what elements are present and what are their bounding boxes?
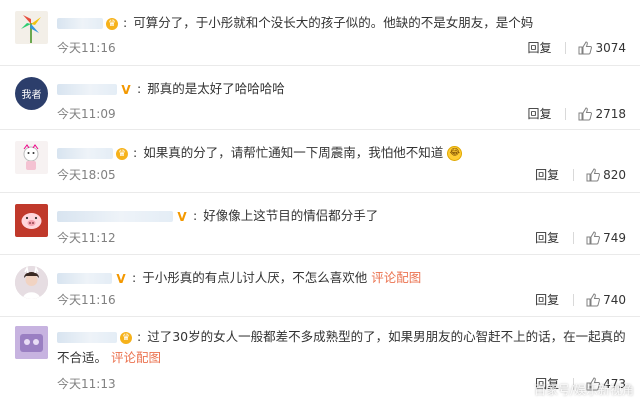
comment-time: 今天11:13 <box>57 377 116 391</box>
comment-time: 今天11:16 <box>57 293 116 307</box>
comment-line: ♛: 可算分了，于小彤就和个没长大的孩子似的。他缺的不是女朋友，是个妈 <box>57 12 626 33</box>
crown-icon: ♛ <box>116 147 128 160</box>
like-count: 820 <box>603 167 626 182</box>
comment-line: V: 于小彤真的有点儿讨人厌，不怎么喜欢他 评论配图 <box>57 267 626 288</box>
comment-feed: ♛: 可算分了，于小彤就和个没长大的孩子似的。他缺的不是女朋友，是个妈 今天11:… <box>0 0 640 400</box>
like-button[interactable]: 749 <box>586 231 626 245</box>
like-count: 2718 <box>595 106 626 121</box>
like-button[interactable]: 2718 <box>578 107 626 121</box>
vip-icon: V <box>121 82 131 97</box>
thumbs-up-icon <box>586 167 601 181</box>
comment-image-link[interactable]: 评论配图 <box>111 350 161 365</box>
username[interactable] <box>57 148 113 159</box>
comment-time: 今天11:12 <box>57 231 116 245</box>
comment-time: 今天18:05 <box>57 168 116 182</box>
avatar[interactable]: 我者 <box>15 77 48 110</box>
avatar[interactable] <box>15 141 48 174</box>
like-count: 749 <box>603 230 626 245</box>
pinwheel-icon <box>21 15 41 43</box>
avatar[interactable] <box>15 326 48 359</box>
crown-icon: ♛ <box>120 331 132 344</box>
reply-button[interactable]: 回复 <box>527 105 551 122</box>
pig-icon <box>21 213 42 229</box>
comment-text: 可算分了，于小彤就和个没长大的孩子似的。他缺的不是女朋友，是个妈 <box>133 15 534 30</box>
comment-text: 于小彤真的有点儿讨人厌，不怎么喜欢他 <box>142 270 368 285</box>
reply-button[interactable]: 回复 <box>535 229 559 246</box>
like-count: 740 <box>603 292 626 307</box>
like-button[interactable]: 3074 <box>578 41 626 55</box>
comment-line: V: 好像像上这节目的情侣都分手了 <box>57 205 626 226</box>
username[interactable] <box>57 18 103 29</box>
laughing-emoji-icon: 😂 <box>447 146 463 161</box>
comment-item: ♛: 可算分了，于小彤就和个没长大的孩子似的。他缺的不是女朋友，是个妈 今天11:… <box>0 0 640 66</box>
comment-line: ♛: 如果真的分了，请帮忙通知一下周震南，我怕他不知道 😂 <box>57 142 626 163</box>
vip-icon: V <box>116 271 126 286</box>
comment-time: 今天11:16 <box>57 41 116 55</box>
comment-actions: 回复 2718 <box>527 105 626 122</box>
crown-icon: ♛ <box>106 17 118 30</box>
comment-item: 我者 V: 那真的是太好了哈哈哈哈 今天11:09 回复 2718 <box>0 66 640 130</box>
avatar[interactable] <box>15 266 48 299</box>
avatar[interactable] <box>15 11 48 44</box>
comment-time: 今天11:09 <box>57 107 116 121</box>
like-button[interactable]: 740 <box>586 293 626 307</box>
comment-text: 那真的是太好了哈哈哈哈 <box>147 81 285 96</box>
comment-item: V: 好像像上这节目的情侣都分手了 今天11:12 回复 749 <box>0 193 640 255</box>
profile-photo-icon <box>15 266 48 299</box>
username[interactable] <box>57 273 112 284</box>
profile-photo-icon <box>15 326 48 359</box>
comment-actions: 回复 3074 <box>527 39 626 56</box>
username[interactable] <box>57 332 117 343</box>
avatar-text: 我者 <box>21 90 42 101</box>
comment-line: ♛: 过了30岁的女人一般都差不多成熟型的了，如果男朋友的心智赶不上的话，在一起真… <box>57 329 626 365</box>
comment-item: V: 于小彤真的有点儿讨人厌，不怎么喜欢他 评论配图 今天11:16 回复 740 <box>0 255 640 317</box>
reply-button[interactable]: 回复 <box>535 166 559 183</box>
username[interactable] <box>57 84 117 95</box>
comment-image-link[interactable]: 评论配图 <box>371 270 421 285</box>
comment-actions: 回复 740 <box>535 291 626 308</box>
comment-text: 好像像上这节目的情侣都分手了 <box>203 208 379 223</box>
reply-button[interactable]: 回复 <box>535 291 559 308</box>
avatar[interactable] <box>15 204 48 237</box>
thumbs-up-icon <box>586 230 601 244</box>
character-icon <box>23 144 39 170</box>
comment-actions: 回复 820 <box>535 166 626 183</box>
thumbs-up-icon <box>578 40 593 54</box>
like-count: 3074 <box>595 40 626 55</box>
watermark: 百家号/娱乐新视角 <box>533 383 634 397</box>
like-button[interactable]: 820 <box>586 168 626 182</box>
reply-button[interactable]: 回复 <box>527 39 551 56</box>
thumbs-up-icon <box>578 106 593 120</box>
comment-line: V: 那真的是太好了哈哈哈哈 <box>57 78 626 99</box>
comment-actions: 回复 749 <box>535 229 626 246</box>
comment-item: ♛: 如果真的分了，请帮忙通知一下周震南，我怕他不知道 😂 今天18:05 回复 … <box>0 130 640 193</box>
comment-text: 如果真的分了，请帮忙通知一下周震南，我怕他不知道 <box>143 145 444 160</box>
username[interactable] <box>57 211 173 222</box>
thumbs-up-icon <box>586 292 601 306</box>
vip-icon: V <box>177 209 187 224</box>
